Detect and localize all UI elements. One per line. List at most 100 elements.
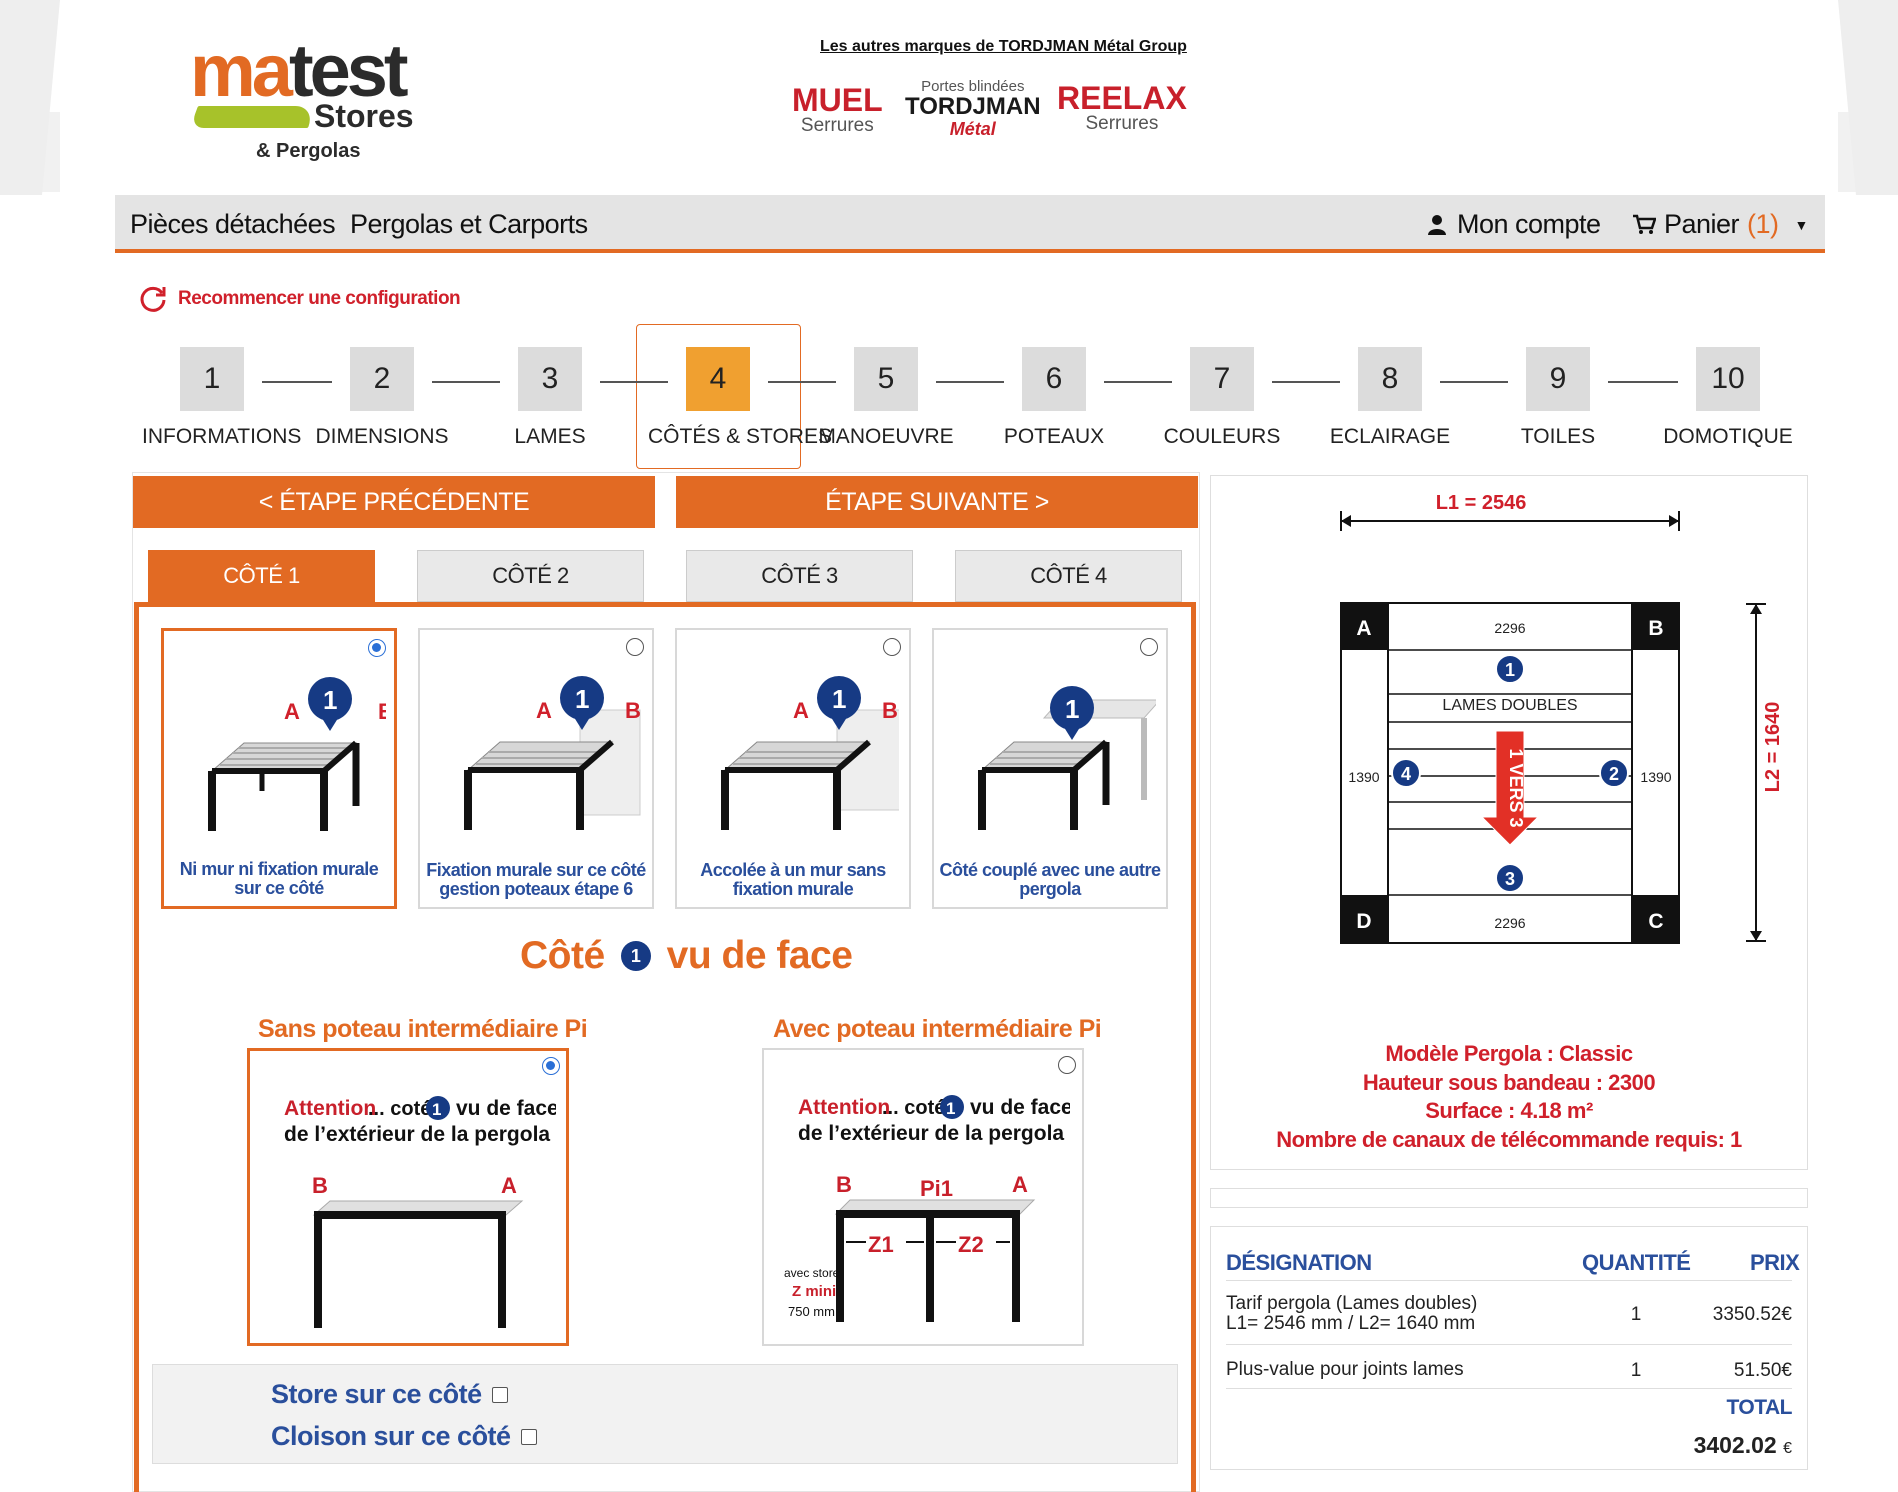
step-3[interactable]: 3 LAMES: [480, 347, 620, 449]
nav-pieces-detachees[interactable]: Pièces détachées: [130, 209, 336, 240]
step-label: INFORMATIONS: [142, 425, 302, 448]
cloison-checkbox[interactable]: [520, 1428, 537, 1445]
side-number-badge: 1: [620, 941, 651, 971]
total-label: TOTAL: [1726, 1396, 1792, 1419]
tab-cote-1[interactable]: CÔTÉ 1: [148, 550, 375, 602]
with-post-title: Avec poteau intermédiaire Pi: [773, 1015, 1102, 1043]
tab-cote-4[interactable]: CÔTÉ 4: [955, 550, 1182, 602]
option-label: Côté couplé avec une autre pergola: [939, 860, 1161, 899]
tab-cote-3[interactable]: CÔTÉ 3: [686, 550, 913, 602]
cart-icon: [1633, 214, 1656, 234]
option-with-intermediate-post[interactable]: Attention ... coté 1 vu de face de l’ext…: [762, 1048, 1084, 1346]
step-4[interactable]: 4 CÔTÉS & STORES: [648, 347, 832, 449]
svg-text:750 mm: 750 mm: [788, 1304, 835, 1319]
svg-text:1: 1: [323, 685, 337, 715]
step-number: 10: [1696, 347, 1760, 411]
matest-logo[interactable]: matest Stores & Pergolas: [189, 29, 430, 166]
option-radio[interactable]: [1140, 638, 1158, 656]
step-label: LAMES: [514, 425, 586, 448]
svg-text:de l’extérieur de la pergola: de l’extérieur de la pergola: [798, 1122, 1064, 1145]
brand-muel[interactable]: MUEL Serrures: [792, 84, 883, 136]
step-number: 8: [1358, 347, 1422, 411]
pricing-divider: [1226, 1388, 1792, 1389]
cart-count: (1): [1747, 209, 1779, 239]
pergola-no-wall-illustration: A B 1: [208, 677, 386, 831]
logo-subtitle: & Pergolas: [256, 140, 361, 162]
svg-text:de l’extérieur de la pergola: de l’extérieur de la pergola: [284, 1123, 550, 1146]
svg-text:B: B: [625, 698, 641, 723]
step-7[interactable]: 7 COULEURS: [1152, 347, 1292, 449]
option-against-wall[interactable]: A B 1 Accolée à un mur sans fixation mur…: [675, 628, 911, 909]
account-label: Mon compte: [1457, 209, 1601, 239]
step-6[interactable]: 6 POTEAUX: [984, 347, 1124, 449]
option-radio[interactable]: [883, 638, 901, 656]
brands-title[interactable]: Les autres marques de TORDJMAN Métal Gro…: [820, 38, 1187, 56]
tab-cote-2[interactable]: CÔTÉ 2: [417, 550, 644, 602]
step-label: DOMOTIQUE: [1663, 425, 1793, 448]
svg-text:1: 1: [575, 684, 589, 714]
model-height: Hauteur sous bandeau : 2300: [1362, 1069, 1656, 1095]
step-number: 3: [518, 347, 582, 411]
nav-account[interactable]: Mon compte: [1427, 209, 1601, 240]
step-label: ECLAIRAGE: [1329, 425, 1451, 448]
pricing-row: Tarif pergola (Lames doubles) L1= 2546 mm…: [1226, 1293, 1792, 1334]
model-surface: Surface : 4.18 m²: [1425, 1098, 1593, 1123]
option-label: Ni mur ni fixation murale sur ce côté: [179, 859, 379, 898]
step-number: 4: [686, 347, 750, 411]
step-number: 6: [1022, 347, 1086, 411]
next-step-button[interactable]: ÉTAPE SUIVANTE >: [676, 476, 1198, 528]
model-name: Modèle Pergola : Classic: [1385, 1041, 1633, 1066]
step-10[interactable]: 10 DOMOTIQUE: [1658, 347, 1798, 449]
step-8[interactable]: 8 ECLAIRAGE: [1320, 347, 1460, 449]
previous-step-button[interactable]: < ÉTAPE PRÉCÉDENTE: [133, 476, 655, 528]
logo-swoosh: [189, 106, 317, 128]
main-navbar: Pièces détachées Pergolas et Carports Mo…: [115, 195, 1825, 253]
svg-text:Pi1: Pi1: [920, 1176, 953, 1201]
chevron-down-icon[interactable]: ▼: [1795, 217, 1809, 233]
front-view-with-post-illustration: Attention ... coté 1 vu de face de l’ext…: [784, 1095, 1070, 1322]
side-front-view-title: Côté 1 vu de face: [520, 934, 853, 977]
option-label: Accolée à un mur sans fixation murale: [700, 860, 886, 899]
svg-text:1: 1: [832, 684, 846, 714]
svg-text:1 VERS 3: 1 VERS 3: [1506, 748, 1526, 827]
model-summary: Modèle Pergola : Classic Hauteur sous ba…: [1210, 1040, 1808, 1154]
option-wall-fixation[interactable]: A B 1 Fixation murale sur ce côté gestio…: [418, 628, 654, 909]
svg-text:1: 1: [1505, 660, 1515, 680]
svg-text:Z2: Z2: [958, 1232, 984, 1257]
step-5[interactable]: 5 MANOEUVRE: [816, 347, 956, 449]
option-radio[interactable]: [626, 638, 644, 656]
step-2[interactable]: 2 DIMENSIONS: [312, 347, 452, 449]
step-number: 7: [1190, 347, 1254, 411]
svg-text:A: A: [1012, 1172, 1028, 1197]
nav-cart[interactable]: Panier (1) ▼: [1632, 209, 1808, 240]
option-without-intermediate-post[interactable]: Attention ... coté 1 vu de face de l’ext…: [247, 1048, 569, 1346]
logo-wordmark: matest: [190, 29, 409, 112]
store-checkbox[interactable]: [491, 1386, 508, 1403]
svg-text:A: A: [793, 698, 809, 723]
svg-text:avec store: avec store: [784, 1266, 840, 1280]
without-post-title: Sans poteau intermédiaire Pi: [258, 1015, 588, 1043]
cloison-checkbox-row[interactable]: Cloison sur ce côté: [271, 1421, 537, 1452]
step-1[interactable]: 1 INFORMATIONS: [142, 347, 302, 449]
pergola-coupled-illustration: 1: [978, 686, 1156, 830]
total-value: 3402.02 €: [1693, 1432, 1792, 1458]
option-no-wall[interactable]: A B 1 Ni mur ni fixation murale sur ce c…: [161, 628, 397, 909]
nav-pergolas-carports[interactable]: Pergolas et Carports: [350, 209, 588, 240]
svg-text:A: A: [536, 698, 552, 723]
option-radio[interactable]: [368, 639, 386, 657]
step-9[interactable]: 9 TOILES: [1488, 347, 1628, 449]
svg-text:L2 = 1640: L2 = 1640: [1762, 702, 1784, 793]
svg-text:1: 1: [946, 1099, 955, 1118]
restart-configuration[interactable]: Recommencer une configuration: [138, 284, 461, 314]
extras-panel: Store sur ce côté Cloison sur ce côté: [152, 1364, 1178, 1464]
svg-text:B: B: [836, 1172, 852, 1197]
store-label: Store sur ce côté: [271, 1379, 482, 1409]
pergola-plan-diagram: L1 = 2546 L2 = 1640 A B C D 2296 2296 13…: [1340, 492, 1784, 944]
option-coupled-pergola[interactable]: 1 Côté couplé avec une autre pergola: [932, 628, 1168, 909]
svg-text:vu de face: vu de face: [456, 1097, 556, 1120]
brand-reelax[interactable]: REELAX Serrures: [1057, 82, 1187, 134]
step-number: 1: [180, 347, 244, 411]
logo-stores: Stores: [314, 98, 414, 134]
store-checkbox-row[interactable]: Store sur ce côté: [271, 1379, 508, 1410]
brand-tordjman[interactable]: Portes blindées TORDJMAN Métal: [905, 78, 1041, 140]
